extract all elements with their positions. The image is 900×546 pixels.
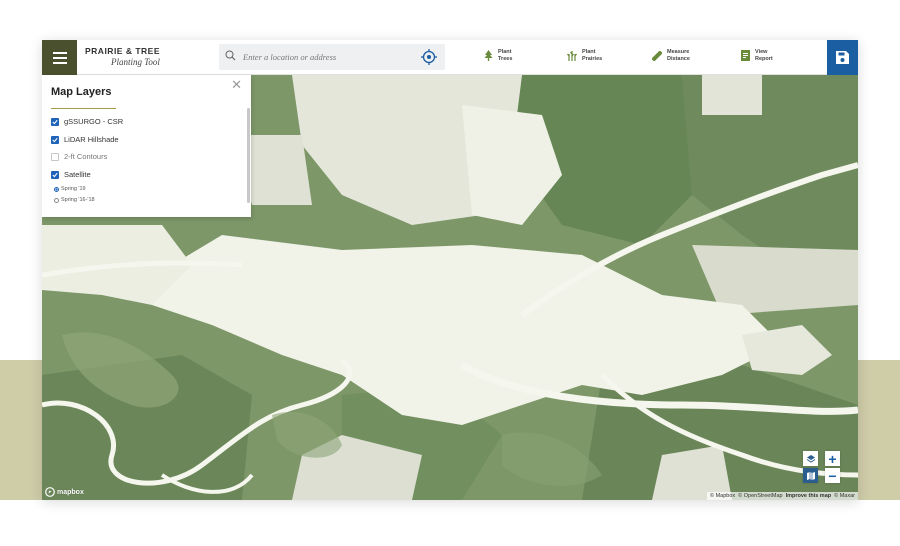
hamburger-line — [52, 61, 67, 64]
app-title: PRAIRIE & TREE — [85, 46, 161, 56]
radio-selected[interactable] — [54, 186, 59, 192]
checkbox-checked[interactable] — [51, 117, 59, 126]
title-underline — [51, 108, 116, 109]
mapbox-logo-text: mapbox — [57, 488, 84, 496]
tool-label: Trees — [498, 55, 513, 62]
checkbox-checked[interactable] — [51, 170, 59, 179]
report-icon — [740, 50, 750, 62]
menu-button[interactable] — [42, 40, 77, 75]
checkbox-unchecked[interactable] — [51, 152, 59, 161]
locate-icon[interactable] — [421, 49, 437, 65]
map-style-button[interactable] — [803, 468, 818, 483]
layers-toggle-button[interactable] — [803, 451, 818, 466]
top-bar: PRAIRIE & TREE Planting Tool PlantTre — [42, 40, 858, 75]
view-report-button[interactable]: View Report — [740, 49, 773, 62]
map-layers-panel: ✕ Map Layers gSSURGO - CSR LiDAR Hillsha… — [42, 75, 251, 217]
minus-icon: − — [828, 467, 837, 484]
layer-label: gSSURGO - CSR — [64, 117, 124, 126]
plus-icon: + — [828, 450, 837, 467]
panel-scrollbar[interactable] — [247, 108, 250, 203]
checkbox-checked[interactable] — [51, 135, 59, 144]
tool-label: Distance — [667, 55, 690, 62]
layer-label: LiDAR Hillshade — [64, 135, 119, 144]
mapbox-logo[interactable]: mapbox — [45, 487, 84, 497]
app-window: PRAIRIE & TREE Planting Tool PlantTre — [42, 40, 858, 500]
search-icon — [225, 50, 236, 61]
ruler-icon — [652, 50, 662, 62]
save-icon — [836, 51, 849, 64]
tool-label: Measure — [667, 49, 690, 55]
attribution-mapbox[interactable]: © Mapbox — [710, 493, 735, 499]
hamburger-line — [52, 56, 67, 59]
layer-contours[interactable]: 2-ft Contours — [51, 152, 107, 161]
grass-icon — [567, 50, 577, 62]
radio-unselected[interactable] — [54, 197, 59, 203]
app-subtitle: Planting Tool — [111, 57, 160, 67]
layer-label: Satellite — [64, 170, 91, 179]
search-input[interactable] — [243, 48, 413, 66]
layer-label: 2-ft Contours — [64, 152, 108, 161]
radio-label: Spring '16-'18 — [61, 197, 95, 203]
app-brand: PRAIRIE & TREE Planting Tool — [85, 46, 160, 67]
save-button[interactable] — [827, 40, 858, 75]
tool-label: Report — [755, 55, 773, 62]
zoom-out-button[interactable]: − — [825, 468, 840, 483]
measure-distance-button[interactable]: Measure Distance — [652, 49, 690, 62]
zoom-in-button[interactable]: + — [825, 451, 840, 466]
map-icon — [806, 471, 815, 480]
layer-gssurgo[interactable]: gSSURGO - CSR — [51, 117, 123, 126]
mapbox-logo-icon — [45, 487, 55, 497]
plant-trees-button[interactable]: Plant Trees — [483, 49, 512, 62]
search-box — [219, 44, 445, 70]
attribution-maxar[interactable]: © Maxar — [834, 493, 855, 499]
attribution-osm[interactable]: © OpenStreetMap — [738, 493, 782, 499]
layer-satellite[interactable]: Satellite — [51, 170, 91, 179]
improve-map-link[interactable]: Improve this map — [786, 493, 832, 499]
map-attribution: © Mapbox © OpenStreetMap Improve this ma… — [707, 492, 858, 500]
radio-spring-16-18[interactable]: Spring '16-'18 — [54, 197, 95, 203]
tree-icon — [483, 50, 493, 62]
check-icon — [52, 137, 58, 142]
tool-label: Plant — [498, 49, 512, 55]
radio-spring-19[interactable]: Spring '19 — [54, 186, 86, 192]
layers-icon — [806, 454, 815, 463]
layer-lidar-hillshade[interactable]: LiDAR Hillshade — [51, 135, 119, 144]
check-icon — [52, 172, 58, 177]
check-icon — [52, 119, 58, 124]
plant-prairies-button[interactable]: Plant Prairies — [567, 49, 602, 62]
panel-title: Map Layers — [51, 86, 112, 98]
tool-label: Prairies — [582, 55, 603, 62]
close-icon[interactable]: ✕ — [231, 78, 242, 91]
hamburger-line — [52, 51, 67, 54]
radio-label: Spring '19 — [61, 186, 86, 192]
